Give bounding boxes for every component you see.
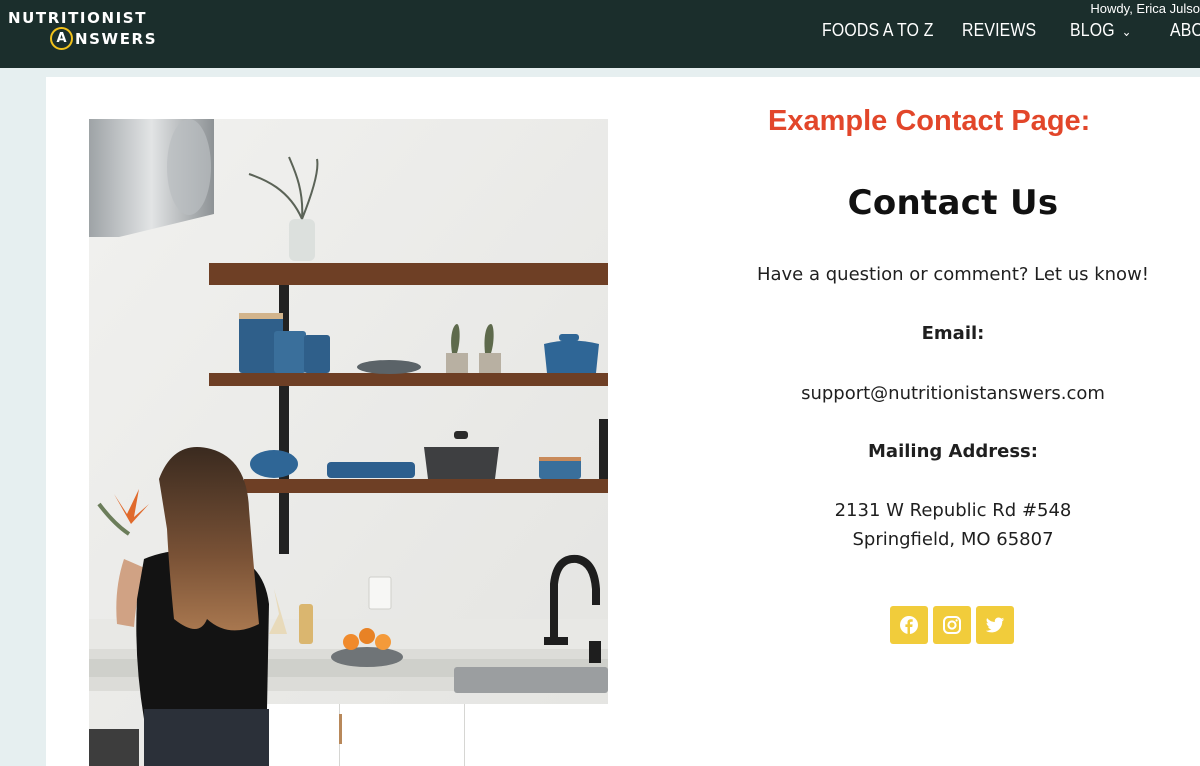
mailing-address-label: Mailing Address: (868, 441, 1038, 462)
intro-text: Have a question or comment? Let us know! (756, 264, 1150, 285)
address-line-1: 2131 W Republic Rd #548 (834, 500, 1072, 521)
content-card: Example Contact Page: Contact Us Have a … (46, 77, 1200, 766)
nav-item-foods-a-to-z[interactable]: FOODS A TO Z (822, 20, 934, 41)
page-title: Contact Us (847, 183, 1059, 223)
logo-line-2: A NSWERS (50, 27, 157, 50)
email-link[interactable]: support@nutritionistanswers.com (746, 383, 1160, 404)
nav-item-label: FOODS A TO Z (822, 20, 934, 40)
example-page-title: Example Contact Page: (768, 105, 1091, 137)
logo-line-1: NUTRITIONIST (8, 9, 148, 27)
kitchen-photo (89, 119, 608, 766)
site-logo[interactable]: NUTRITIONIST A NSWERS (8, 9, 157, 50)
facebook-icon (900, 616, 918, 634)
chevron-down-icon: ⌄ (1121, 24, 1132, 39)
email-label: Email: (921, 323, 985, 344)
address-line-2: Springfield, MO 65807 (852, 529, 1054, 550)
logo-line-2-text: NSWERS (75, 29, 158, 48)
nav-item-label: ABO (1170, 20, 1200, 40)
nav-item-about[interactable]: ABO (1170, 20, 1200, 41)
twitter-icon (985, 617, 1005, 633)
admin-greeting[interactable]: Howdy, Erica Julso (1090, 1, 1200, 16)
twitter-button[interactable] (976, 606, 1014, 644)
nav-item-blog[interactable]: BLOG ⌄ (1070, 20, 1132, 41)
instagram-icon (943, 616, 961, 634)
nav-item-reviews[interactable]: REVIEWS (962, 20, 1036, 41)
site-header: NUTRITIONIST A NSWERS Howdy, Erica Julso … (0, 0, 1200, 68)
instagram-button[interactable] (933, 606, 971, 644)
nav-item-label: REVIEWS (962, 20, 1037, 40)
nav-item-label: BLOG (1070, 20, 1115, 40)
logo-badge-icon: A (50, 27, 73, 50)
facebook-button[interactable] (890, 606, 928, 644)
